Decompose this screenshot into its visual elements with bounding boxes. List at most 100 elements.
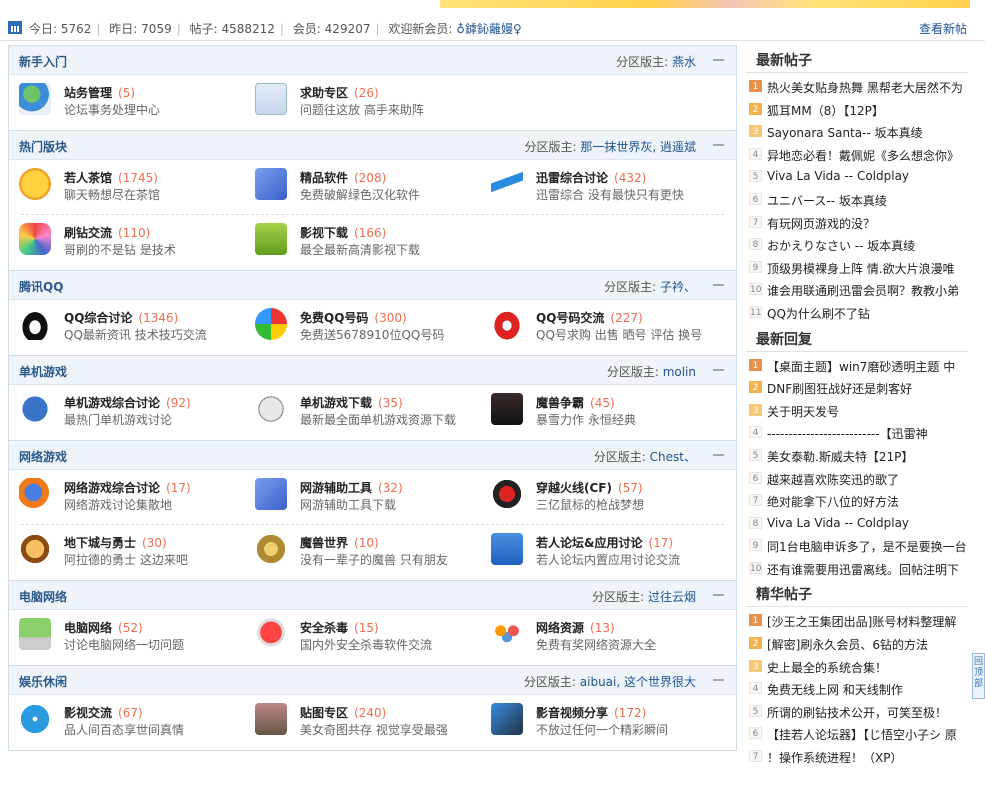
moderator-link[interactable]: aibuai, 这个世界很大 [580, 675, 696, 689]
collapse-icon[interactable] [713, 594, 724, 596]
forum-name-text[interactable]: 站务管理 [64, 86, 112, 100]
thread-title-link[interactable]: 谁会用联通刷迅雷会员啊？教教小弟 [767, 282, 959, 299]
thread-item[interactable]: 3 史上最全的系统合集！ [746, 655, 968, 678]
software-icon[interactable] [255, 168, 287, 200]
forum-name-text[interactable]: 迅雷综合讨论 [536, 171, 608, 185]
thread-item[interactable]: 4 --------------------------【迅雷神 [746, 421, 968, 444]
section-title[interactable]: 娱乐休闲 [19, 673, 67, 690]
forum-name-text[interactable]: 单机游戏综合讨论 [64, 396, 160, 410]
forum-name-text[interactable]: 魔兽世界 [300, 536, 348, 550]
thread-title-link[interactable]: 史上最全的系统合集！ [767, 659, 887, 676]
forum-name-text[interactable]: 网络游戏综合讨论 [64, 481, 160, 495]
computer-icon[interactable] [19, 618, 51, 650]
forum-name-text[interactable]: 影视交流 [64, 706, 112, 720]
thread-item[interactable]: 2 [解密]刷永久会员、6钻的方法 [746, 632, 968, 655]
warcraft-icon[interactable] [491, 393, 523, 425]
forum-name-text[interactable]: 若人茶馆 [64, 171, 112, 185]
forum-name-text[interactable]: QQ综合讨论 [64, 311, 132, 325]
forum-name[interactable]: 影视交流 (67) [64, 704, 143, 721]
collapse-icon[interactable] [713, 679, 724, 681]
firefox-icon[interactable] [19, 478, 51, 510]
forum-name-text[interactable]: 网络资源 [536, 621, 584, 635]
thread-item[interactable]: 6 越来越喜欢陈奕迅的歌了 [746, 467, 968, 490]
thread-item[interactable]: 3 关于明天发号 [746, 399, 968, 422]
thread-item[interactable]: 2 狐耳MM（8）【12P】 [746, 98, 968, 121]
thread-title-link[interactable]: 【挂若人论坛器】【じ悟空小子シ 原 [767, 726, 957, 743]
thread-title-link[interactable]: 有玩网页游戏的没？ [767, 215, 875, 232]
thread-title-link[interactable]: [沙王之王集团出品]账号材料整理解 [767, 613, 956, 630]
software-icon[interactable] [255, 478, 287, 510]
thread-title-link[interactable]: 同1台电脑申诉多了，是不是要换一台 [767, 538, 967, 555]
thread-title-link[interactable]: 狐耳MM（8）【12P】 [767, 102, 884, 119]
thread-item[interactable]: 7 ！操作系统进程！（XP） [746, 745, 968, 768]
thread-item[interactable]: 8 Viva La Vida -- Coldplay [746, 512, 968, 535]
hd-icon[interactable] [255, 223, 287, 255]
moderator-link[interactable]: 那一抹世界灰, 逍遥斌 [580, 140, 696, 154]
thread-item[interactable]: 6 【挂若人论坛器】【じ悟空小子シ 原 [746, 722, 968, 745]
video-icon[interactable] [491, 703, 523, 735]
forum-name-text[interactable]: 若人论坛&应用讨论 [536, 536, 642, 550]
thread-title-link[interactable]: Sayonara Santa-- 坂本真绫 [767, 124, 923, 141]
forum-name[interactable]: 网络游戏综合讨论 (17) [64, 479, 191, 496]
thread-item[interactable]: 8 おかえりなさい -- 坂本真绫 [746, 233, 968, 256]
smiley-icon[interactable] [19, 168, 51, 200]
forum-name[interactable]: 单机游戏下载 (35) [300, 394, 403, 411]
thread-item[interactable]: 4 免费无线上网 和天线制作 [746, 677, 968, 700]
forum-name[interactable]: 单机游戏综合讨论 (92) [64, 394, 191, 411]
forum-name-text[interactable]: 贴图专区 [300, 706, 348, 720]
thread-title-link[interactable]: 热火美女贴身热舞 黑帮老大居然不为 [767, 79, 963, 96]
thread-title-link[interactable]: 【桌面主题】win7磨砂透明主题 中 [767, 358, 955, 375]
forum-name[interactable]: 精品软件 (208) [300, 169, 386, 186]
forum-name[interactable]: 影视下载 (166) [300, 224, 386, 241]
thread-item[interactable]: 1 【桌面主题】win7磨砂透明主题 中 [746, 354, 968, 377]
thread-item[interactable]: 5 美女泰勒.斯威夫特【21P】 [746, 444, 968, 467]
forum-name-text[interactable]: 求助专区 [300, 86, 348, 100]
forum-name[interactable]: 地下城与勇士 (30) [64, 534, 167, 551]
section-title[interactable]: 腾讯QQ [19, 278, 63, 295]
forum-name-text[interactable]: 穿越火线(CF) [536, 481, 612, 495]
forum-name[interactable]: 贴图专区 (240) [300, 704, 386, 721]
qq-ring-icon[interactable] [255, 308, 287, 340]
thread-title-link[interactable]: 还有谁需要用迅雷离线。回帖注明下 [767, 561, 959, 578]
moderator-link[interactable]: Chest、 [650, 450, 696, 464]
users-icon[interactable] [19, 83, 51, 115]
forum-name[interactable]: 迅雷综合讨论 (432) [536, 169, 646, 186]
forum-name-text[interactable]: 魔兽争霸 [536, 396, 584, 410]
thread-title-link[interactable]: ユニバース-- 坂本真绫 [767, 192, 887, 209]
new-member-link[interactable]: ♁鎼鈊蘺嫚♀ [456, 22, 522, 36]
forum-name[interactable]: 若人论坛&应用讨论 (17) [536, 534, 673, 551]
collapse-icon[interactable] [713, 369, 724, 371]
thread-item[interactable]: 1 热火美女贴身热舞 黑帮老大居然不为 [746, 75, 968, 98]
forum-name[interactable]: QQ综合讨论 (1346) [64, 309, 178, 326]
thread-title-link[interactable]: 越来越喜欢陈奕迅的歌了 [767, 471, 899, 488]
qq-red-penguin-icon[interactable] [491, 308, 523, 340]
thread-title-link[interactable]: QQ为什么刷不了钻 [767, 305, 870, 322]
thread-item[interactable]: 9 顶级男模裸身上阵 情.欲大片浪漫唯 [746, 256, 968, 279]
moderator-link[interactable]: 子衿、 [660, 280, 696, 294]
forum-name-text[interactable]: 刷钻交流 [64, 226, 112, 240]
forum-name-text[interactable]: 网游辅助工具 [300, 481, 372, 495]
thread-item[interactable]: 3 Sayonara Santa-- 坂本真绫 [746, 120, 968, 143]
thread-title-link[interactable]: ！操作系统进程！（XP） [767, 749, 902, 766]
question-icon[interactable] [255, 83, 287, 115]
thread-item[interactable]: 7 绝对能拿下八位的好方法 [746, 489, 968, 512]
thread-title-link[interactable]: 关于明天发号 [767, 403, 839, 420]
forum-name-text[interactable]: 安全杀毒 [300, 621, 348, 635]
thread-item[interactable]: 2 DNF刷图狂战好还是刺客好 [746, 376, 968, 399]
thread-item[interactable]: 9 同1台电脑申诉多了，是不是要换一台 [746, 534, 968, 557]
thread-item[interactable]: 10 还有谁需要用迅雷离线。回帖注明下 [746, 557, 968, 580]
people-icon[interactable] [491, 618, 523, 650]
back-to-top-button[interactable]: 回顶部 [972, 653, 985, 699]
moderator-link[interactable]: molin [663, 365, 696, 379]
shield-icon[interactable] [255, 618, 287, 650]
forum-name[interactable]: 免费QQ号码 (300) [300, 309, 407, 326]
section-title[interactable]: 单机游戏 [19, 363, 67, 380]
forum-name[interactable]: 若人茶馆 (1745) [64, 169, 158, 186]
section-title[interactable]: 网络游戏 [19, 448, 67, 465]
forum-name[interactable]: 穿越火线(CF) (57) [536, 479, 643, 496]
forum-name[interactable]: 求助专区 (26) [300, 84, 379, 101]
thread-title-link[interactable]: 美女泰勒.斯威夫特【21P】 [767, 448, 913, 465]
thread-item[interactable]: 5 所谓的刷钻技术公开，可笑至极！ [746, 700, 968, 723]
forum-name[interactable]: 安全杀毒 (15) [300, 619, 379, 636]
thread-title-link[interactable]: 所谓的刷钻技术公开，可笑至极！ [767, 704, 947, 721]
